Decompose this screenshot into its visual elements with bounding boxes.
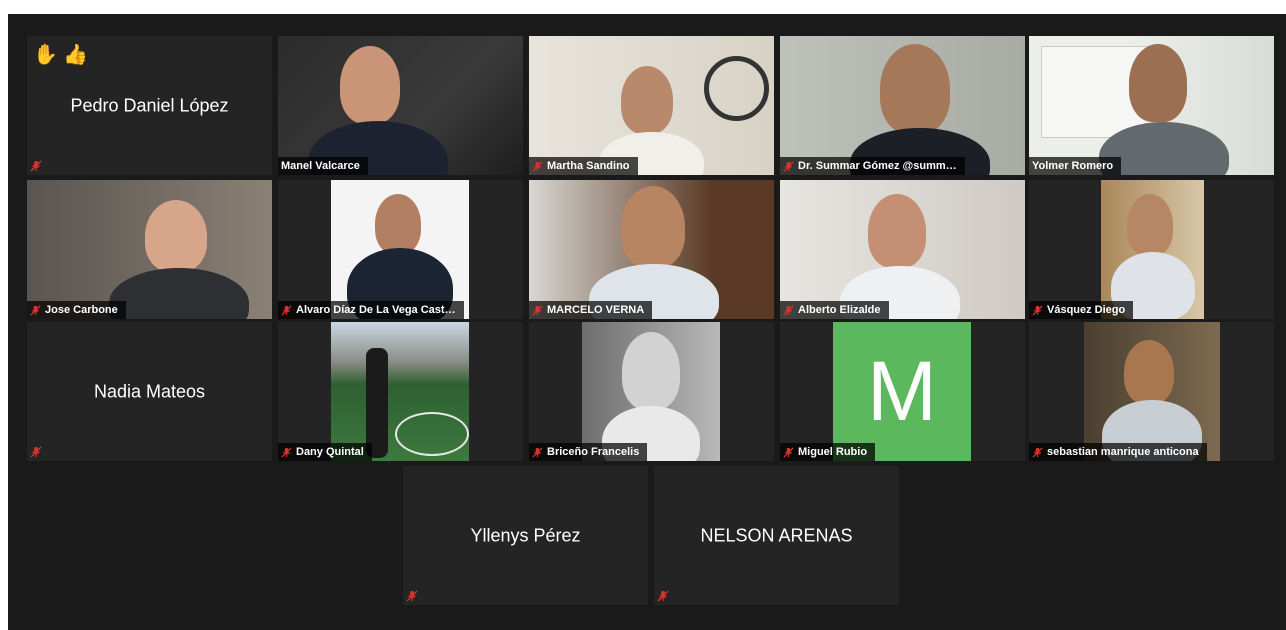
- participant-face: [621, 186, 685, 268]
- participant-label: Dr. Summar Gómez @summ…: [780, 157, 965, 175]
- participant-name: MARCELO VERNA: [547, 304, 645, 316]
- bicycle-wheel: [704, 56, 769, 121]
- participant-label: Vásquez Diego: [1029, 301, 1134, 319]
- participant-tile[interactable]: Yllenys Pérez: [403, 466, 648, 605]
- participant-label: Miguel Rubio: [780, 443, 876, 461]
- participant-label: Yolmer Romero: [1029, 157, 1122, 175]
- participant-label: sebastian manrique anticona: [1029, 443, 1207, 461]
- avatar: M: [833, 322, 971, 461]
- participant-video-tile[interactable]: Martha Sandino: [529, 36, 774, 175]
- gallery-view: ✋ 👍 Pedro Daniel López Manel Valcarce Ma…: [8, 14, 1286, 630]
- participant-name: Briceño Francelis: [547, 446, 640, 458]
- participant-label: Martha Sandino: [529, 157, 638, 175]
- participant-name: Pedro Daniel López: [70, 95, 229, 115]
- participant-name: Nadia Mateos: [93, 381, 206, 401]
- thumbs-up-icon: 👍: [63, 44, 88, 66]
- participant-name: Dany Quintal: [296, 446, 364, 458]
- participant-video-tile[interactable]: MARCELO VERNA: [529, 180, 774, 319]
- participant-face: [621, 66, 673, 134]
- video-feed: [529, 180, 774, 319]
- participant-face: [868, 194, 926, 268]
- video-feed: [529, 36, 774, 175]
- participant-face: [1129, 44, 1187, 122]
- participant-face: [880, 44, 950, 134]
- mic-muted-icon: [532, 305, 543, 316]
- participant-body: [109, 268, 249, 319]
- mic-muted-icon: [1032, 305, 1043, 316]
- player-figure: [366, 348, 388, 458]
- participant-label: Briceño Francelis: [529, 443, 648, 461]
- raised-hand-icon: ✋: [33, 44, 58, 66]
- mic-muted-icon: [783, 305, 794, 316]
- video-feed: [27, 180, 272, 319]
- participant-label: Manel Valcarce: [278, 157, 368, 175]
- participant-name: Jose Carbone: [45, 304, 118, 316]
- video-feed: [780, 180, 1025, 319]
- participant-name: Dr. Summar Gómez @summ…: [798, 160, 957, 172]
- video-feed: [1084, 322, 1220, 461]
- mic-muted-icon: [281, 305, 292, 316]
- participant-name: Martha Sandino: [547, 160, 630, 172]
- mic-muted-icon: [657, 590, 669, 602]
- participant-name: Yllenys Pérez: [470, 525, 581, 545]
- participant-name: Alvaro Díaz De La Vega Cast…: [296, 304, 456, 316]
- participant-label: Dany Quintal: [278, 443, 372, 461]
- field-line: [395, 412, 469, 456]
- participant-tile[interactable]: NELSON ARENAS: [654, 466, 899, 605]
- video-feed: [1101, 180, 1204, 319]
- video-feed: [1029, 36, 1274, 175]
- participant-tile[interactable]: M Miguel Rubio: [780, 322, 1025, 461]
- participant-label: Jose Carbone: [27, 301, 126, 319]
- participant-video-tile[interactable]: Dany Quintal: [278, 322, 523, 461]
- mic-muted-icon: [1032, 447, 1043, 458]
- participant-label: MARCELO VERNA: [529, 301, 653, 319]
- participant-video-tile[interactable]: sebastian manrique anticona: [1029, 322, 1274, 461]
- video-feed: [582, 322, 720, 461]
- mic-muted-icon: [30, 446, 42, 458]
- participant-tile[interactable]: Nadia Mateos: [27, 322, 272, 461]
- mic-muted-icon: [30, 160, 42, 172]
- video-feed: [780, 36, 1025, 175]
- participant-face: [375, 194, 421, 254]
- participant-name: Alberto Elizalde: [798, 304, 881, 316]
- participant-video-tile[interactable]: Dr. Summar Gómez @summ…: [780, 36, 1025, 175]
- video-feed: [278, 36, 523, 175]
- mic-muted-icon: [30, 305, 41, 316]
- participant-video-tile[interactable]: Alberto Elizalde: [780, 180, 1025, 319]
- participant-name: Vásquez Diego: [1047, 304, 1126, 316]
- participant-name: NELSON ARENAS: [700, 525, 853, 545]
- mic-muted-icon: [281, 447, 292, 458]
- participant-video-tile[interactable]: Jose Carbone: [27, 180, 272, 319]
- participant-face: [622, 332, 680, 410]
- participant-face: [145, 200, 207, 272]
- participant-tile[interactable]: ✋ 👍 Pedro Daniel López: [27, 36, 272, 175]
- mic-muted-icon: [406, 590, 418, 602]
- mic-muted-icon: [783, 161, 794, 172]
- participant-face: [1124, 340, 1174, 404]
- active-speaker-tile[interactable]: Yolmer Romero: [1029, 36, 1274, 175]
- participant-name: Manel Valcarce: [281, 160, 360, 172]
- participant-name: sebastian manrique anticona: [1047, 446, 1199, 458]
- participant-face: [340, 46, 400, 124]
- participant-label: Alberto Elizalde: [780, 301, 889, 319]
- participant-video-tile[interactable]: Vásquez Diego: [1029, 180, 1274, 319]
- participant-face: [1127, 194, 1173, 256]
- participant-name: Miguel Rubio: [798, 446, 868, 458]
- mic-muted-icon: [532, 447, 543, 458]
- mic-muted-icon: [783, 447, 794, 458]
- participant-video-tile[interactable]: Manel Valcarce: [278, 36, 523, 175]
- participant-name: Yolmer Romero: [1032, 160, 1114, 172]
- participant-video-tile[interactable]: Briceño Francelis: [529, 322, 774, 461]
- mic-muted-icon: [532, 161, 543, 172]
- video-feed: [331, 322, 469, 461]
- video-feed: [331, 180, 469, 319]
- participant-video-tile[interactable]: Alvaro Díaz De La Vega Cast…: [278, 180, 523, 319]
- participant-label: Alvaro Díaz De La Vega Cast…: [278, 301, 464, 319]
